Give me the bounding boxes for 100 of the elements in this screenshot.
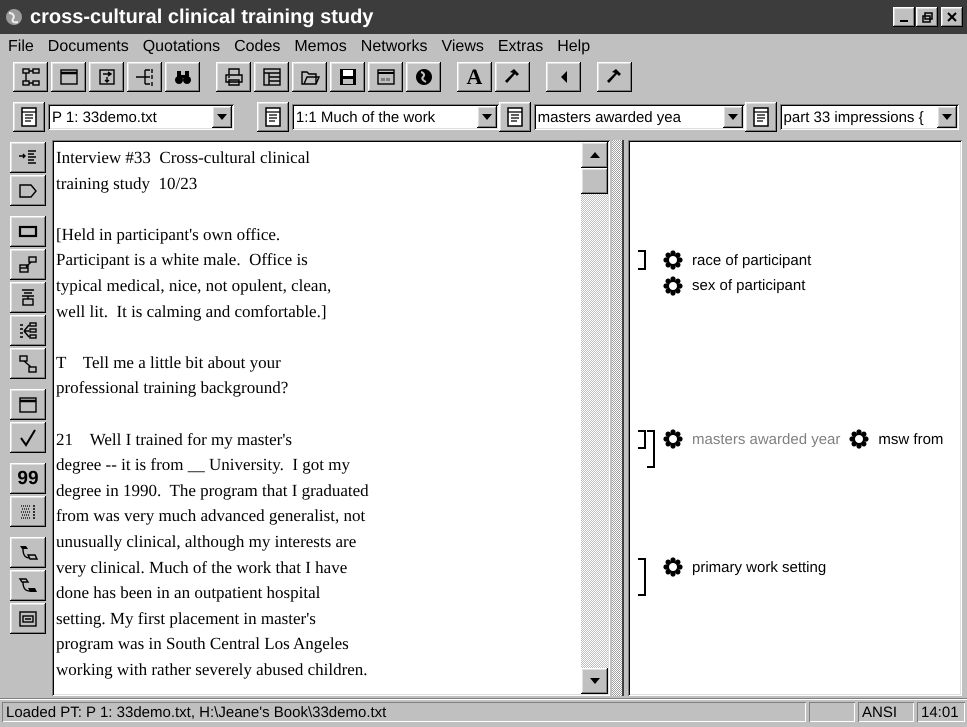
toolbar-button[interactable] — [127, 62, 162, 92]
text-line: typical medical, nice, not opulent, clean, — [56, 274, 332, 297]
toolbar-button[interactable] — [368, 62, 403, 92]
text-line: done has been in an outpatient hospital — [56, 582, 322, 604]
text-line: degree -- it is from __ University. I got my — [56, 454, 351, 476]
scroll-down-button[interactable] — [581, 668, 608, 694]
restore-button[interactable] — [916, 7, 938, 27]
checkmark-icon — [18, 428, 38, 448]
pane-splitter[interactable] — [612, 140, 624, 696]
toolbar-button[interactable] — [495, 62, 530, 92]
toolbar-button[interactable] — [10, 603, 46, 634]
dropdown-button[interactable] — [477, 106, 497, 128]
toolbar-button[interactable] — [406, 62, 441, 92]
text-line: program was in South Central Los Angeles — [56, 633, 350, 656]
window-title: cross-cultural clinical training study — [30, 6, 374, 28]
toolbar-button[interactable] — [10, 496, 46, 527]
menu-item[interactable]: Extras — [492, 38, 552, 56]
scroll-thumb[interactable] — [581, 168, 608, 194]
status-panel — [809, 702, 855, 722]
text-line: professional training background? — [56, 377, 290, 400]
connector-icon — [18, 354, 38, 374]
window-icon — [58, 67, 78, 87]
close-button[interactable] — [941, 7, 963, 27]
toolbar-button[interactable] — [10, 142, 46, 173]
text-line: Participant is a white male. Office is — [56, 249, 309, 272]
document-button[interactable] — [499, 102, 531, 132]
app-icon — [4, 7, 24, 27]
document-icon — [264, 107, 282, 127]
toolbar-button[interactable] — [292, 62, 327, 92]
text-line: [Held in participant's own office. — [56, 224, 282, 246]
document-icon — [752, 107, 770, 127]
menu-item[interactable]: Memos — [289, 38, 356, 56]
code-label[interactable]: msw from — [878, 430, 944, 448]
toolbar-button[interactable] — [254, 62, 289, 92]
toolbar-button[interactable] — [216, 62, 251, 92]
toolbar-button[interactable] — [10, 249, 46, 280]
text-line: from was very much advanced generalist, not — [56, 505, 366, 528]
menu-item[interactable]: Networks — [356, 38, 436, 56]
gear-icon — [662, 249, 684, 272]
text-line: training study 10/23 — [56, 172, 198, 195]
code-label[interactable]: sex of participant — [692, 277, 806, 294]
toolbar-button[interactable] — [10, 216, 46, 247]
encoding-indicator: ANSI — [858, 702, 914, 722]
clock: 14:01 — [917, 702, 965, 722]
network-icon — [18, 320, 38, 340]
menu-item[interactable]: File — [3, 38, 43, 56]
dropdown-button[interactable] — [212, 106, 232, 128]
text-line: degree in 1990. The program that I graduated — [56, 480, 370, 502]
toolbar-button[interactable] — [10, 537, 46, 568]
text-line: T Tell me a little bit about your — [56, 352, 282, 374]
dropdown-button[interactable] — [723, 106, 743, 128]
scroll-up-button[interactable] — [581, 142, 608, 168]
document-button[interactable] — [13, 102, 45, 132]
minimize-button[interactable] — [893, 7, 915, 27]
text-line: very clinical. Much of the work that I have — [56, 556, 348, 579]
gear-icon — [662, 556, 684, 578]
toolbar-button[interactable] — [13, 62, 48, 92]
text-line: well lit. It is calming and comfortable.] — [56, 300, 328, 323]
toolbar-button[interactable] — [10, 422, 46, 453]
caret-up-icon — [590, 152, 600, 158]
toolbar-button[interactable] — [546, 62, 581, 92]
frame-icon — [18, 608, 38, 628]
toolbar-button[interactable] — [89, 62, 124, 92]
caret-left-icon — [560, 71, 566, 83]
status-message: Loaded PT: P 1: 33demo.txt, H:\Jeane's Book\33demo.txt — [2, 702, 806, 722]
caret-down-icon — [482, 114, 492, 120]
text-line: working with rather severely abused children. — [56, 658, 369, 681]
globe-icon — [414, 67, 434, 87]
dropdown-field[interactable]: P 1: 33demo.txt — [48, 104, 234, 130]
toolbar-button[interactable] — [10, 315, 46, 346]
toolbar-button[interactable] — [10, 282, 46, 313]
menu-item[interactable]: Documents — [42, 38, 138, 56]
dropdown-field[interactable]: 1:1 Much of the work — [292, 104, 499, 130]
document-button[interactable] — [257, 102, 289, 132]
menu-item[interactable]: Help — [552, 38, 600, 56]
toolbar-button[interactable] — [10, 175, 46, 206]
menu-item[interactable]: Quotations — [138, 38, 230, 56]
code-label[interactable]: race of participant — [692, 252, 812, 269]
toolbar-button[interactable] — [10, 389, 46, 420]
dropdown-button[interactable] — [937, 106, 957, 128]
document-button[interactable] — [745, 102, 777, 132]
dropdown-field[interactable]: part 33 impressions { — [780, 104, 959, 130]
vertical-scrollbar[interactable] — [581, 142, 608, 694]
menu-item[interactable]: Views — [436, 38, 493, 56]
toolbar-button[interactable] — [597, 62, 632, 92]
toolbar-button[interactable] — [10, 570, 46, 601]
panel-icon — [376, 67, 396, 87]
dropdown-field[interactable]: masters awarded yea — [534, 104, 745, 130]
caret-down-icon — [942, 114, 952, 120]
toolbar-button[interactable] — [330, 62, 365, 92]
toolbar-button[interactable]: 99 — [10, 463, 46, 494]
toolbar-button[interactable] — [165, 62, 200, 92]
code-label[interactable]: primary work setting — [692, 558, 826, 576]
text-line: unusually clinical, although my interests are — [56, 530, 358, 553]
toolbar-button[interactable] — [51, 62, 86, 92]
toolbar-button[interactable]: A — [457, 62, 492, 92]
toolbar-button[interactable] — [10, 348, 46, 379]
code-label[interactable]: masters awarded year — [692, 430, 840, 448]
menu-item[interactable]: Codes — [229, 38, 290, 56]
edit-box-icon — [18, 254, 38, 274]
